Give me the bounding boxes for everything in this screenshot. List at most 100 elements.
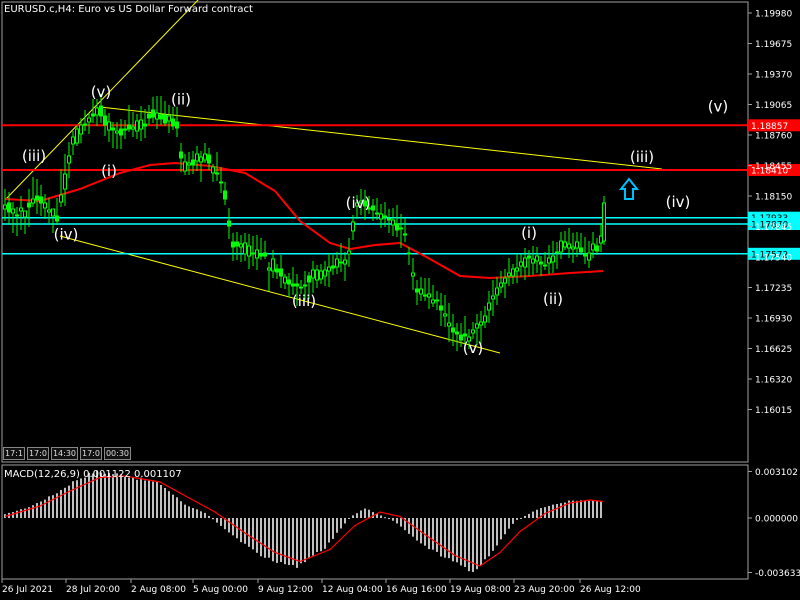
candle-body — [91, 113, 95, 117]
candle-body — [47, 209, 51, 213]
price-tick-label: 1.19370 — [755, 71, 792, 81]
candle-body — [55, 215, 59, 222]
candle-body — [87, 117, 91, 123]
price-tick-label: 1.17540 — [755, 254, 792, 264]
macd-bar — [208, 515, 210, 518]
mini-button-4[interactable]: 17:0 — [80, 447, 102, 460]
candle-body — [251, 252, 255, 255]
macd-bar — [40, 501, 42, 518]
level-price-label: 1.18857 — [751, 122, 788, 132]
candle-body — [135, 120, 139, 132]
macd-bar — [160, 484, 162, 518]
candle-body — [123, 128, 127, 131]
macd-bar — [156, 481, 158, 518]
candle-body — [227, 220, 231, 227]
candle-body — [583, 253, 587, 257]
candle-body — [223, 190, 227, 200]
trend-line[interactable] — [99, 106, 663, 170]
time-tick-label: 23 Aug 20:00 — [514, 585, 575, 595]
price-tick-label: 1.17845 — [755, 223, 792, 233]
candle-body — [602, 202, 606, 242]
price-tick-label: 1.18760 — [755, 132, 792, 142]
macd-bar — [488, 518, 490, 557]
candle-body — [447, 322, 451, 327]
macd-bar — [492, 518, 494, 551]
macd-bar — [392, 518, 394, 521]
candle-body — [455, 331, 459, 335]
candle-body — [523, 257, 527, 268]
time-axis: 26 Jul 2021 28 Jul 20:00 2 Aug 08:00 5 Aug … — [1, 579, 641, 595]
macd-bar — [312, 518, 314, 556]
candle-body — [99, 105, 103, 117]
candle-body — [139, 119, 143, 130]
mini-button-1[interactable]: 17:1 — [3, 447, 25, 460]
candle-body — [591, 243, 595, 251]
candle-body — [287, 279, 291, 285]
wave-label: (iii) — [22, 147, 46, 165]
candle-body — [439, 305, 443, 311]
candle-body — [155, 112, 159, 120]
macd-bar — [188, 506, 190, 518]
macd-bar — [20, 509, 22, 518]
price-tick-label: 1.17235 — [755, 284, 792, 294]
macd-bar — [588, 500, 590, 518]
candle-body — [511, 268, 515, 277]
price-tick-label: 1.19980 — [755, 10, 792, 20]
macd-bar — [136, 479, 138, 518]
macd-bar — [292, 518, 294, 566]
macd-bar — [200, 511, 202, 518]
mini-button-2[interactable]: 17:0 — [26, 447, 49, 460]
price-tick-label: 1.18150 — [755, 193, 792, 203]
candle-body — [215, 172, 219, 175]
candle-body — [475, 323, 479, 329]
candle-body — [499, 282, 503, 288]
macd-bar — [244, 518, 246, 544]
price-chart[interactable]: 1.188571.184101.179331.178701.17572 (v)(… — [0, 0, 800, 600]
candle-body — [575, 241, 579, 249]
macd-bar — [352, 515, 354, 518]
candle-body — [351, 221, 355, 232]
macd-bar — [248, 518, 250, 547]
mini-button-5[interactable]: 00:30 — [103, 447, 132, 460]
time-tick-label: 2 Aug 08:00 — [131, 585, 186, 595]
macd-bar — [388, 518, 390, 520]
candle-body — [539, 261, 543, 265]
macd-bar — [148, 480, 150, 518]
candle-body — [471, 329, 475, 334]
candle-body — [79, 124, 83, 135]
price-tick-label: 1.18455 — [755, 162, 792, 172]
time-tick-label: 26 Jul 2021 — [2, 585, 53, 595]
macd-bar — [144, 480, 146, 518]
macd-bar — [344, 518, 346, 524]
candle-body — [243, 242, 247, 255]
candle-body — [283, 276, 287, 284]
candle-body — [339, 261, 343, 264]
macd-bar — [260, 518, 262, 557]
candle-body — [527, 255, 531, 259]
macd-bar — [360, 510, 362, 518]
wave-label: (v) — [463, 339, 484, 357]
macd-bar — [512, 518, 514, 524]
macd-bar — [176, 497, 178, 518]
wave-labels: (v) (ii) (iii) (i) (iv) (iv) (iii) (v) (i) (ii) (v… — [22, 83, 728, 357]
macd-bar — [152, 481, 154, 518]
macd-bar — [44, 499, 46, 518]
candle-body — [343, 259, 347, 265]
candle-body — [119, 128, 123, 136]
candle-body — [39, 196, 43, 204]
candle-body — [315, 269, 319, 281]
candle-body — [515, 267, 519, 272]
macd-bar — [428, 518, 430, 550]
candle-body — [435, 299, 439, 302]
mini-button-3[interactable]: 14:30 — [50, 447, 78, 460]
macd-bar — [324, 518, 326, 549]
candle-body — [107, 121, 111, 131]
macd-bar — [228, 518, 230, 533]
candle-body — [159, 114, 163, 120]
macd-bar — [516, 518, 518, 520]
chart-title: EURUSD.c,H4: Euro vs US Dollar Forward c… — [4, 4, 253, 15]
macd-bar — [468, 518, 470, 572]
macd-bar — [556, 504, 558, 518]
candle-body — [411, 272, 415, 277]
macd-bar — [476, 518, 478, 570]
